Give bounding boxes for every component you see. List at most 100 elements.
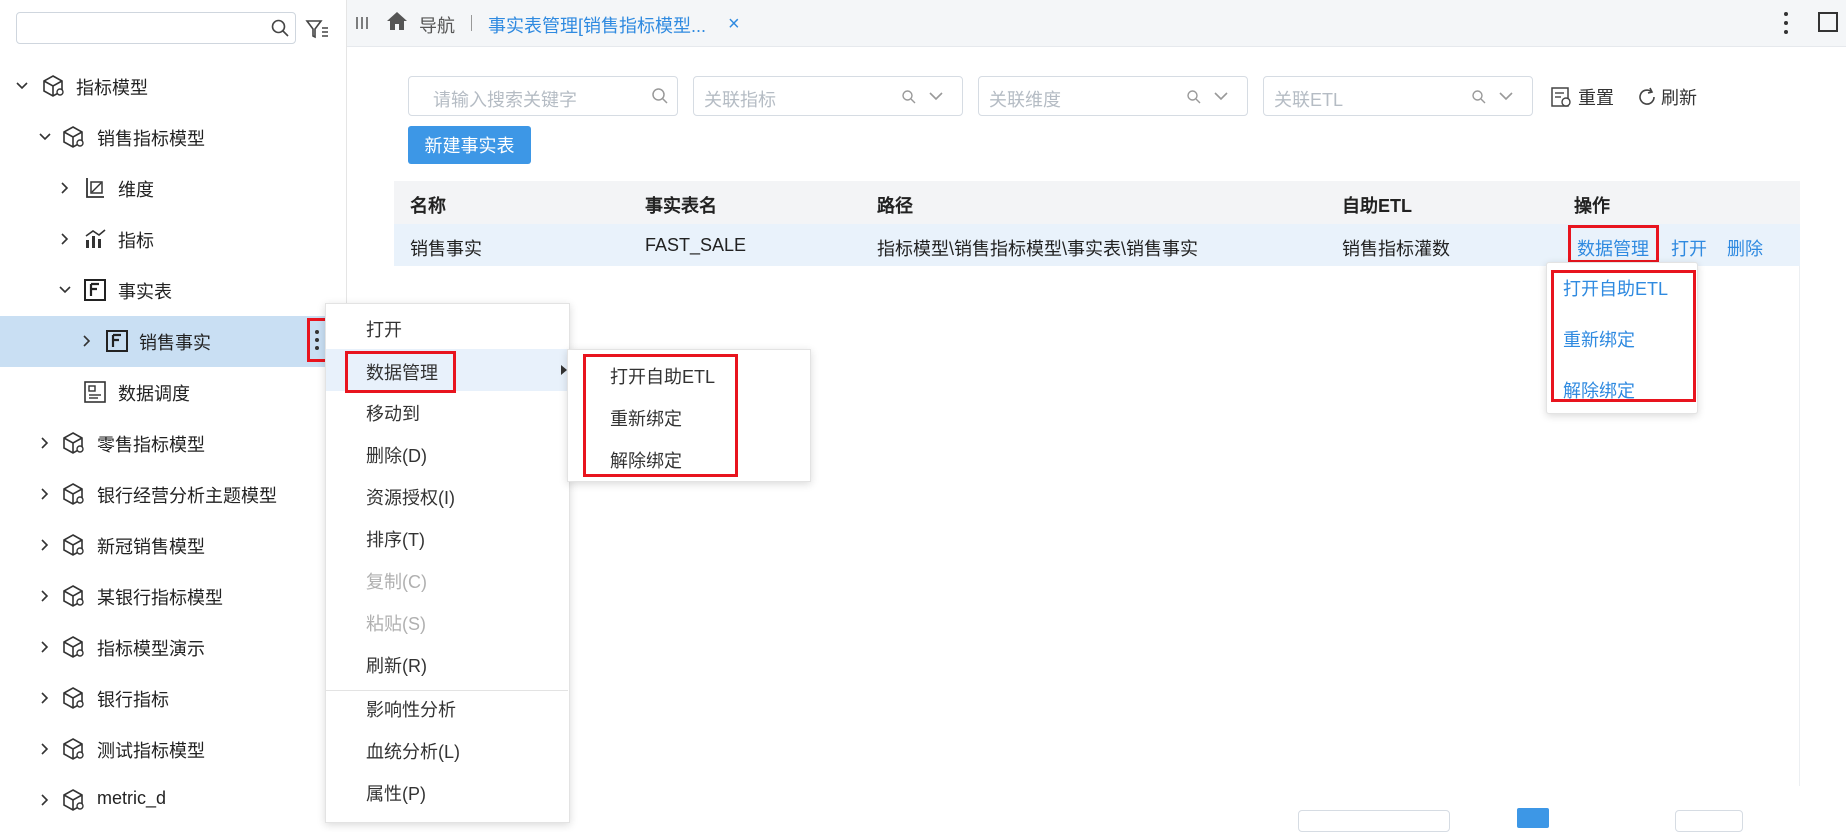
chevron-down-icon[interactable] [15,79,29,93]
page-size-select[interactable] [1298,810,1450,832]
column-header-name: 名称 [410,196,446,216]
chevron-right-icon[interactable] [38,691,52,705]
context-menu-item-delete[interactable]: 删除(D) [326,432,569,474]
reset-label: 重置 [1578,88,1614,108]
page-jump-input[interactable] [1675,810,1743,832]
tree-item-label: 新冠销售模型 [97,537,205,557]
chevron-right-icon[interactable] [38,538,52,552]
metric-select-placeholder: 关联指标 [704,90,776,110]
tree-item-metric[interactable]: 指标 [0,214,346,265]
context-menu-item-move-to[interactable]: 移动到 [326,390,569,432]
more-vertical-icon[interactable] [1781,10,1791,36]
etl-select[interactable]: 关联ETL [1263,76,1533,116]
cube-model-icon [60,481,86,507]
context-menu-item-label: 刷新(R) [366,656,427,676]
chevron-down-icon[interactable] [928,90,944,102]
chevron-right-icon[interactable] [38,487,52,501]
chevron-right-icon[interactable] [38,589,52,603]
tab-divider [471,15,472,31]
tree-item-data-schedule[interactable]: 数据调度 [0,367,346,418]
context-menu-item-sort[interactable]: 排序(T) [326,516,569,558]
chevron-right-icon[interactable] [80,334,94,348]
tree-item-bank-metric-model[interactable]: 某银行指标模型 [0,571,346,622]
tree-item-test-model[interactable]: 测试指标模型 [0,724,346,775]
cell-path: 指标模型\销售指标模型\事实表\销售事实 [877,239,1199,259]
keyword-search-placeholder: 请输入搜索关键字 [433,90,577,110]
chevron-right-icon[interactable] [38,793,52,807]
new-fact-table-button[interactable]: 新建事实表 [408,126,531,164]
tree-item-label: 数据调度 [118,384,190,404]
tree-item-retail-model[interactable]: 零售指标模型 [0,418,346,469]
context-menu-item-properties[interactable]: 属性(P) [326,770,569,812]
tree-item-label: 事实表 [118,282,172,302]
open-link[interactable]: 打开 [1671,235,1707,261]
dimension-select-placeholder: 关联维度 [989,90,1061,110]
tree-search-input[interactable] [16,12,296,44]
filter-icon[interactable] [305,18,329,40]
cube-model-icon [40,73,66,99]
context-menu-item-lineage-analysis[interactable]: 血统分析(L) [326,728,569,770]
metric-select[interactable]: 关联指标 [693,76,963,116]
tree-item-sales-model[interactable]: 销售指标模型 [0,112,346,163]
tree-item-fact-table[interactable]: 事实表 [0,265,346,316]
chevron-down-icon[interactable] [58,283,72,297]
dropdown-highlight [1551,270,1696,402]
reset-button[interactable]: 重置 [1550,84,1614,110]
cube-model-icon [60,634,86,660]
chevron-down-icon[interactable] [38,130,52,144]
tree-item-label: 指标模型 [76,78,148,98]
chevron-right-icon[interactable] [38,742,52,756]
chevron-right-icon[interactable] [58,232,72,246]
context-menu-item-label: 属性(P) [366,784,426,804]
tree-item-label: 某银行指标模型 [97,588,223,608]
chevron-down-icon[interactable] [1498,90,1514,102]
search-icon[interactable] [270,18,290,38]
sidebar-toggle-icon[interactable] [355,16,369,30]
tree-item-bank-analysis-model[interactable]: 银行经营分析主题模型 [0,469,346,520]
tree-item-label: 银行指标 [97,690,169,710]
dimension-select[interactable]: 关联维度 [978,76,1248,116]
chevron-right-icon[interactable] [38,640,52,654]
dimension-icon [82,175,108,201]
tree-item-metric-d[interactable]: metric_d [0,775,346,826]
data-management-highlight [1568,225,1659,263]
maximize-icon[interactable] [1818,12,1838,32]
chevron-down-icon[interactable] [1213,90,1229,102]
delete-link[interactable]: 删除 [1727,235,1763,261]
close-tab-icon[interactable]: × [728,13,740,36]
context-menu-item-refresh[interactable]: 刷新(R) [326,642,569,684]
tree-item-covid-sales-model[interactable]: 新冠销售模型 [0,520,346,571]
cell-etl: 销售指标灌数 [1342,239,1450,259]
tree-item-dimension[interactable]: 维度 [0,163,346,214]
resource-tree-panel: 指标模型销售指标模型 维度 指标事实表销售事实数据调度零售指标模型 银行经营分析主题模… [0,0,347,821]
context-menu-item-authorize[interactable]: 资源授权(I) [326,474,569,516]
column-header-path: 路径 [877,196,913,216]
reset-icon [1550,86,1572,108]
cell-table-name: FAST_SALE [645,235,747,255]
search-icon [901,89,917,105]
keyword-search-input[interactable]: 请输入搜索关键字 [408,76,678,116]
search-icon[interactable] [651,87,669,105]
tree-item-root[interactable]: 指标模型 [0,61,346,112]
context-menu-item-label: 排序(T) [366,530,425,550]
context-menu-item-label: 移动到 [366,404,420,424]
tree-item-sales-fact[interactable]: 销售事实 [0,316,328,367]
tree-item-demo-model[interactable]: 指标模型演示 [0,622,346,673]
context-menu-item-impact-analysis[interactable]: 影响性分析 [326,686,569,728]
chevron-right-icon[interactable] [38,436,52,450]
home-icon[interactable] [385,10,409,32]
tree-item-label: 指标模型演示 [97,639,205,659]
tree-item-bank-metric[interactable]: 银行指标 [0,673,346,724]
top-tab-bar: 导航 事实表管理[销售指标模型... × [347,0,1846,47]
chevron-right-icon[interactable] [58,181,72,195]
fact-table-tab[interactable]: 事实表管理[销售指标模型... [488,12,706,38]
context-menu-item-open[interactable]: 打开 [326,306,569,348]
pagination-current-page[interactable] [1517,808,1549,828]
nav-tab[interactable]: 导航 [419,12,455,38]
table-header: 名称 事实表名 路径 自助ETL 操作 [394,181,1800,224]
refresh-button[interactable]: 刷新 [1636,84,1697,110]
context-menu-divider [325,690,568,691]
search-icon [1471,89,1487,105]
cube-model-icon [60,124,86,150]
fact-table-icon [82,277,108,303]
